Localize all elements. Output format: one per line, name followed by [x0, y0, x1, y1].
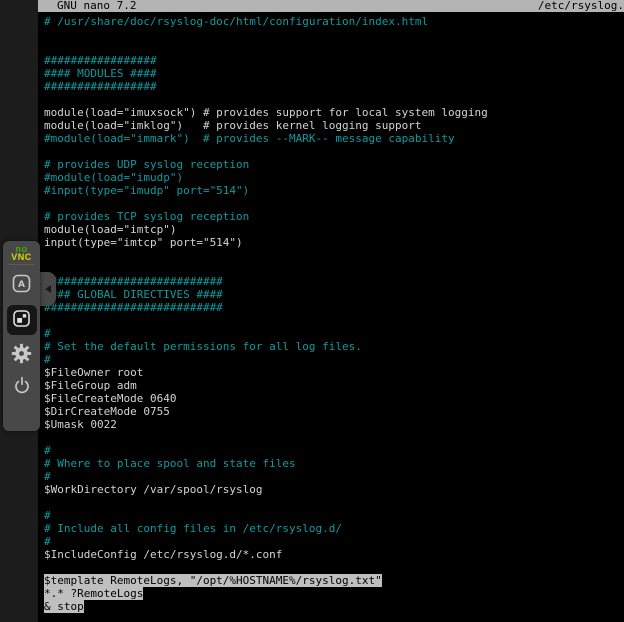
editor-line: #module(load="imudp") — [44, 171, 624, 184]
panel-divider — [9, 264, 34, 265]
terminal-screen[interactable]: GNU nano 7.2 /etc/rsyslog. # /usr/share/… — [38, 0, 624, 622]
editor-line — [44, 431, 624, 444]
editor-line: #### MODULES #### — [44, 67, 624, 80]
nano-file-path: /etc/rsyslog. — [538, 0, 624, 12]
gear-icon — [11, 343, 32, 367]
editor-line: #input(type="imudp" port="514") — [44, 184, 624, 197]
control-bar-handle[interactable] — [39, 272, 56, 306]
editor-line: # Where to place spool and state files — [44, 457, 624, 470]
editor-line: $WorkDirectory /var/spool/rsyslog — [44, 483, 624, 496]
svg-text:A: A — [18, 280, 25, 290]
editor-line — [44, 249, 624, 262]
power-icon — [12, 375, 32, 398]
editor-line: *.* ?RemoteLogs — [44, 587, 624, 600]
editor-line — [44, 28, 624, 41]
editor-line: module(load="imtcp") — [44, 223, 624, 236]
editor-line: module(load="imklog") # provides kernel … — [44, 119, 624, 132]
editor-line: # — [44, 470, 624, 483]
nano-app-title: GNU nano 7.2 — [57, 0, 136, 12]
editor-line: $Umask 0022 — [44, 418, 624, 431]
editor-line: # — [44, 509, 624, 522]
editor-line — [44, 41, 624, 54]
editor-line: # Include all config files in /etc/rsysl… — [44, 522, 624, 535]
editor-line: # — [44, 444, 624, 457]
editor-line — [44, 145, 624, 158]
editor-line: & stop — [44, 600, 624, 613]
editor-line — [44, 262, 624, 275]
collapse-arrow-icon — [45, 285, 51, 293]
editor-line: $template RemoteLogs, "/opt/%HOSTNAME%/r… — [44, 574, 624, 587]
fullscreen-button[interactable] — [7, 305, 37, 335]
nano-titlebar: GNU nano 7.2 /etc/rsyslog. — [38, 0, 624, 12]
editor-line: # provides UDP syslog reception — [44, 158, 624, 171]
editor-line — [44, 496, 624, 509]
keyboard-button[interactable]: A — [8, 272, 36, 298]
editor-line: ########################### — [44, 275, 624, 288]
editor-line: ################# — [44, 80, 624, 93]
editor-line — [44, 314, 624, 327]
editor-line: input(type="imtcp" port="514") — [44, 236, 624, 249]
vnc-control-bar: no VNC A — [3, 241, 40, 431]
editor-line: ########################### — [44, 301, 624, 314]
editor-line: ################# — [44, 54, 624, 67]
editor-line: $FileOwner root — [44, 366, 624, 379]
editor-line: # — [44, 353, 624, 366]
editor-line: # /usr/share/doc/rsyslog-doc/html/config… — [44, 15, 624, 28]
editor-line — [44, 197, 624, 210]
editor-line: $IncludeConfig /etc/rsyslog.d/*.conf — [44, 548, 624, 561]
editor-line: module(load="imuxsock") # provides suppo… — [44, 106, 624, 119]
editor-line — [44, 93, 624, 106]
editor-line: # Set the default permissions for all lo… — [44, 340, 624, 353]
editor-line: # provides TCP syslog reception — [44, 210, 624, 223]
novnc-logo: no VNC — [3, 245, 40, 261]
editor-line: $FileCreateMode 0640 — [44, 392, 624, 405]
editor-line: #### GLOBAL DIRECTIVES #### — [44, 288, 624, 301]
settings-button[interactable] — [8, 342, 36, 368]
fullscreen-icon — [12, 309, 31, 331]
editor-line: # — [44, 535, 624, 548]
power-button[interactable] — [8, 373, 36, 399]
editor-line: $DirCreateMode 0755 — [44, 405, 624, 418]
keyboard-key-icon: A — [12, 274, 31, 296]
editor-line — [44, 561, 624, 574]
editor-line: #module(load="immark") # provides --MARK… — [44, 132, 624, 145]
editor-lines[interactable]: # /usr/share/doc/rsyslog-doc/html/config… — [38, 12, 624, 613]
editor-line: # — [44, 327, 624, 340]
novnc-logo-bottom: VNC — [3, 253, 40, 261]
editor-line: $FileGroup adm — [44, 379, 624, 392]
